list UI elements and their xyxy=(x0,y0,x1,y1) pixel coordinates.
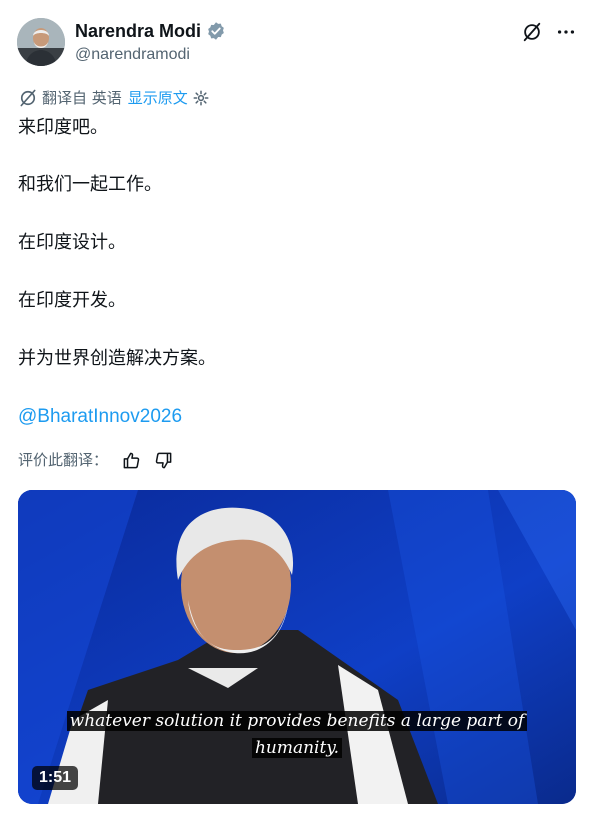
avatar-image xyxy=(17,18,65,66)
video-caption: whatever solution it provides benefits a… xyxy=(18,708,576,762)
author-handle[interactable]: @narendramodi xyxy=(75,44,190,66)
rate-translation-label: 评价此翻译： xyxy=(18,451,109,469)
verified-badge-icon xyxy=(208,22,224,40)
video-duration-badge: 1:51 xyxy=(32,766,79,790)
translate-icon xyxy=(20,89,36,107)
post-line: 来印度吧。 xyxy=(18,117,108,138)
show-original-link[interactable]: 显示原文 xyxy=(128,87,188,109)
translation-bar: 翻译自 英语 显示原文 xyxy=(18,87,210,109)
caption-line: whatever solution it provides benefits a… xyxy=(66,711,528,731)
rate-translation-row: 评价此翻译： xyxy=(18,449,176,471)
post-line: 在印度设计。 xyxy=(18,232,126,253)
author-name[interactable]: Narendra Modi xyxy=(75,19,201,43)
translated-from-label: 翻译自 英语 xyxy=(42,89,122,107)
slashed-circle-icon[interactable] xyxy=(520,20,544,44)
post-line: 在印度开发。 xyxy=(18,290,126,311)
post-line: 和我们一起工作。 xyxy=(18,174,162,195)
more-icon[interactable] xyxy=(554,20,578,44)
avatar[interactable] xyxy=(17,18,65,66)
gear-icon[interactable] xyxy=(192,89,210,107)
mention-link[interactable]: @BharatInnov2026 xyxy=(18,404,182,430)
thumbs-up-icon[interactable] xyxy=(118,449,144,471)
thumbs-down-icon[interactable] xyxy=(150,449,176,471)
author-name-row[interactable]: Narendra Modi xyxy=(75,19,226,43)
video-player[interactable]: whatever solution it provides benefits a… xyxy=(18,490,576,804)
post-line: 并为世界创造解决方案。 xyxy=(18,348,216,369)
caption-line: humanity. xyxy=(251,738,343,758)
